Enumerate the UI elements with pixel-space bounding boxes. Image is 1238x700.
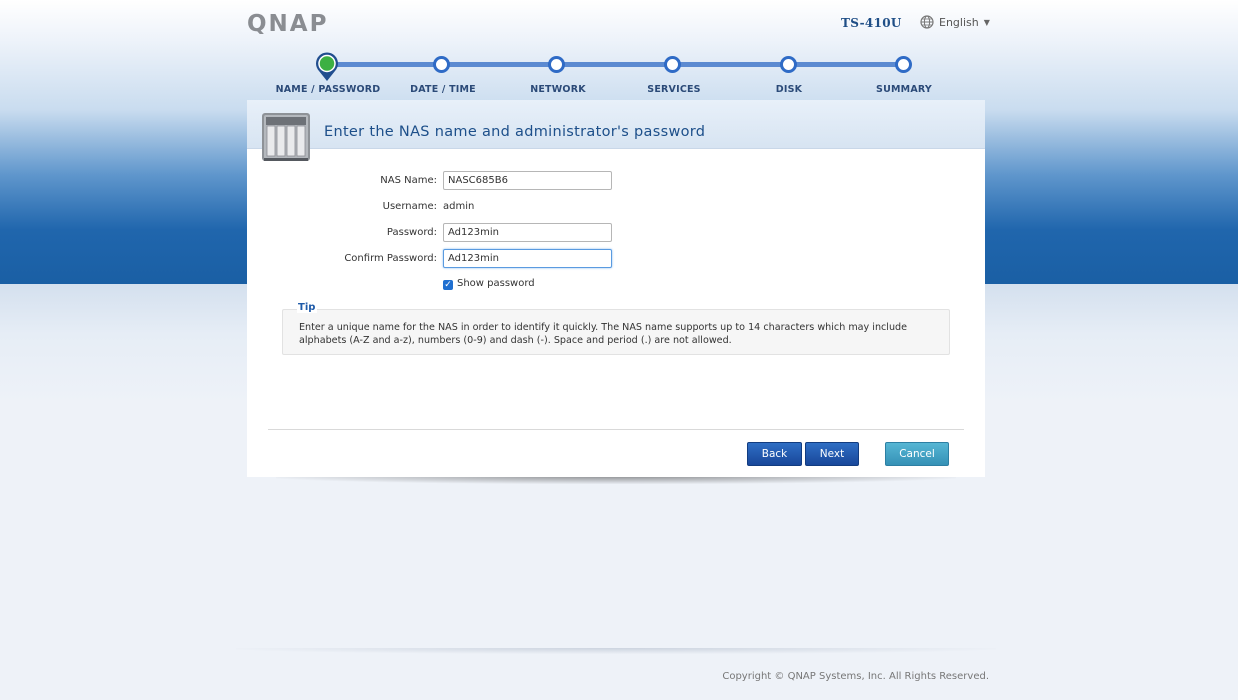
step-label-date-time: DATE / TIME: [410, 84, 476, 95]
footer-divider: [268, 429, 964, 430]
globe-icon: [920, 15, 934, 29]
tip-box: Enter a unique name for the NAS in order…: [282, 309, 950, 355]
panel-title: Enter the NAS name and administrator's p…: [324, 124, 706, 140]
back-button[interactable]: Back: [747, 442, 802, 466]
copyright-text: Copyright © QNAP Systems, Inc. All Right…: [722, 671, 989, 682]
step-active-marker-icon: [316, 52, 338, 81]
logo-text: QNAP: [247, 12, 328, 34]
footer-separator: [236, 648, 996, 654]
wizard-steps: NAME / PASSWORD DATE / TIME NETWORK SERV…: [250, 52, 990, 102]
step-dot-disk: [780, 56, 797, 73]
tip-title: Tip: [297, 302, 318, 313]
nas-name-label: NAS Name:: [380, 175, 437, 186]
next-button[interactable]: Next: [805, 442, 859, 466]
username-value: admin: [443, 201, 475, 212]
step-label-name-password: NAME / PASSWORD: [275, 84, 381, 95]
password-label: Password:: [386, 227, 437, 238]
cancel-button[interactable]: Cancel: [885, 442, 949, 466]
panel-shadow: [276, 476, 956, 484]
qnap-logo: QNAP: [247, 11, 351, 38]
step-dot-summary: [895, 56, 912, 73]
step-label-network: NETWORK: [530, 84, 586, 95]
step-dot-services: [664, 56, 681, 73]
nas-name-input[interactable]: [443, 171, 612, 190]
language-label: English: [939, 15, 979, 29]
show-password-label[interactable]: Show password: [457, 278, 535, 289]
step-label-summary: SUMMARY: [876, 84, 932, 95]
language-selector[interactable]: English ▼: [920, 15, 990, 29]
show-password-checkbox[interactable]: ✓: [443, 280, 453, 290]
step-dot-date-time: [433, 56, 450, 73]
chevron-down-icon: ▼: [983, 17, 990, 27]
step-label-services: SERVICES: [647, 84, 701, 95]
confirm-password-input[interactable]: [443, 249, 612, 268]
step-dot-network: [548, 56, 565, 73]
nas-device-icon: [262, 113, 310, 161]
confirm-password-label: Confirm Password:: [344, 253, 437, 264]
wizard-panel: Enter the NAS name and administrator's p…: [247, 100, 985, 477]
step-label-disk: DISK: [775, 84, 803, 95]
username-label: Username:: [382, 201, 437, 212]
steps-track: [327, 62, 903, 67]
model-name: TS-410U: [841, 16, 902, 30]
password-input[interactable]: [443, 223, 612, 242]
tip-text: Enter a unique name for the NAS in order…: [299, 322, 908, 346]
